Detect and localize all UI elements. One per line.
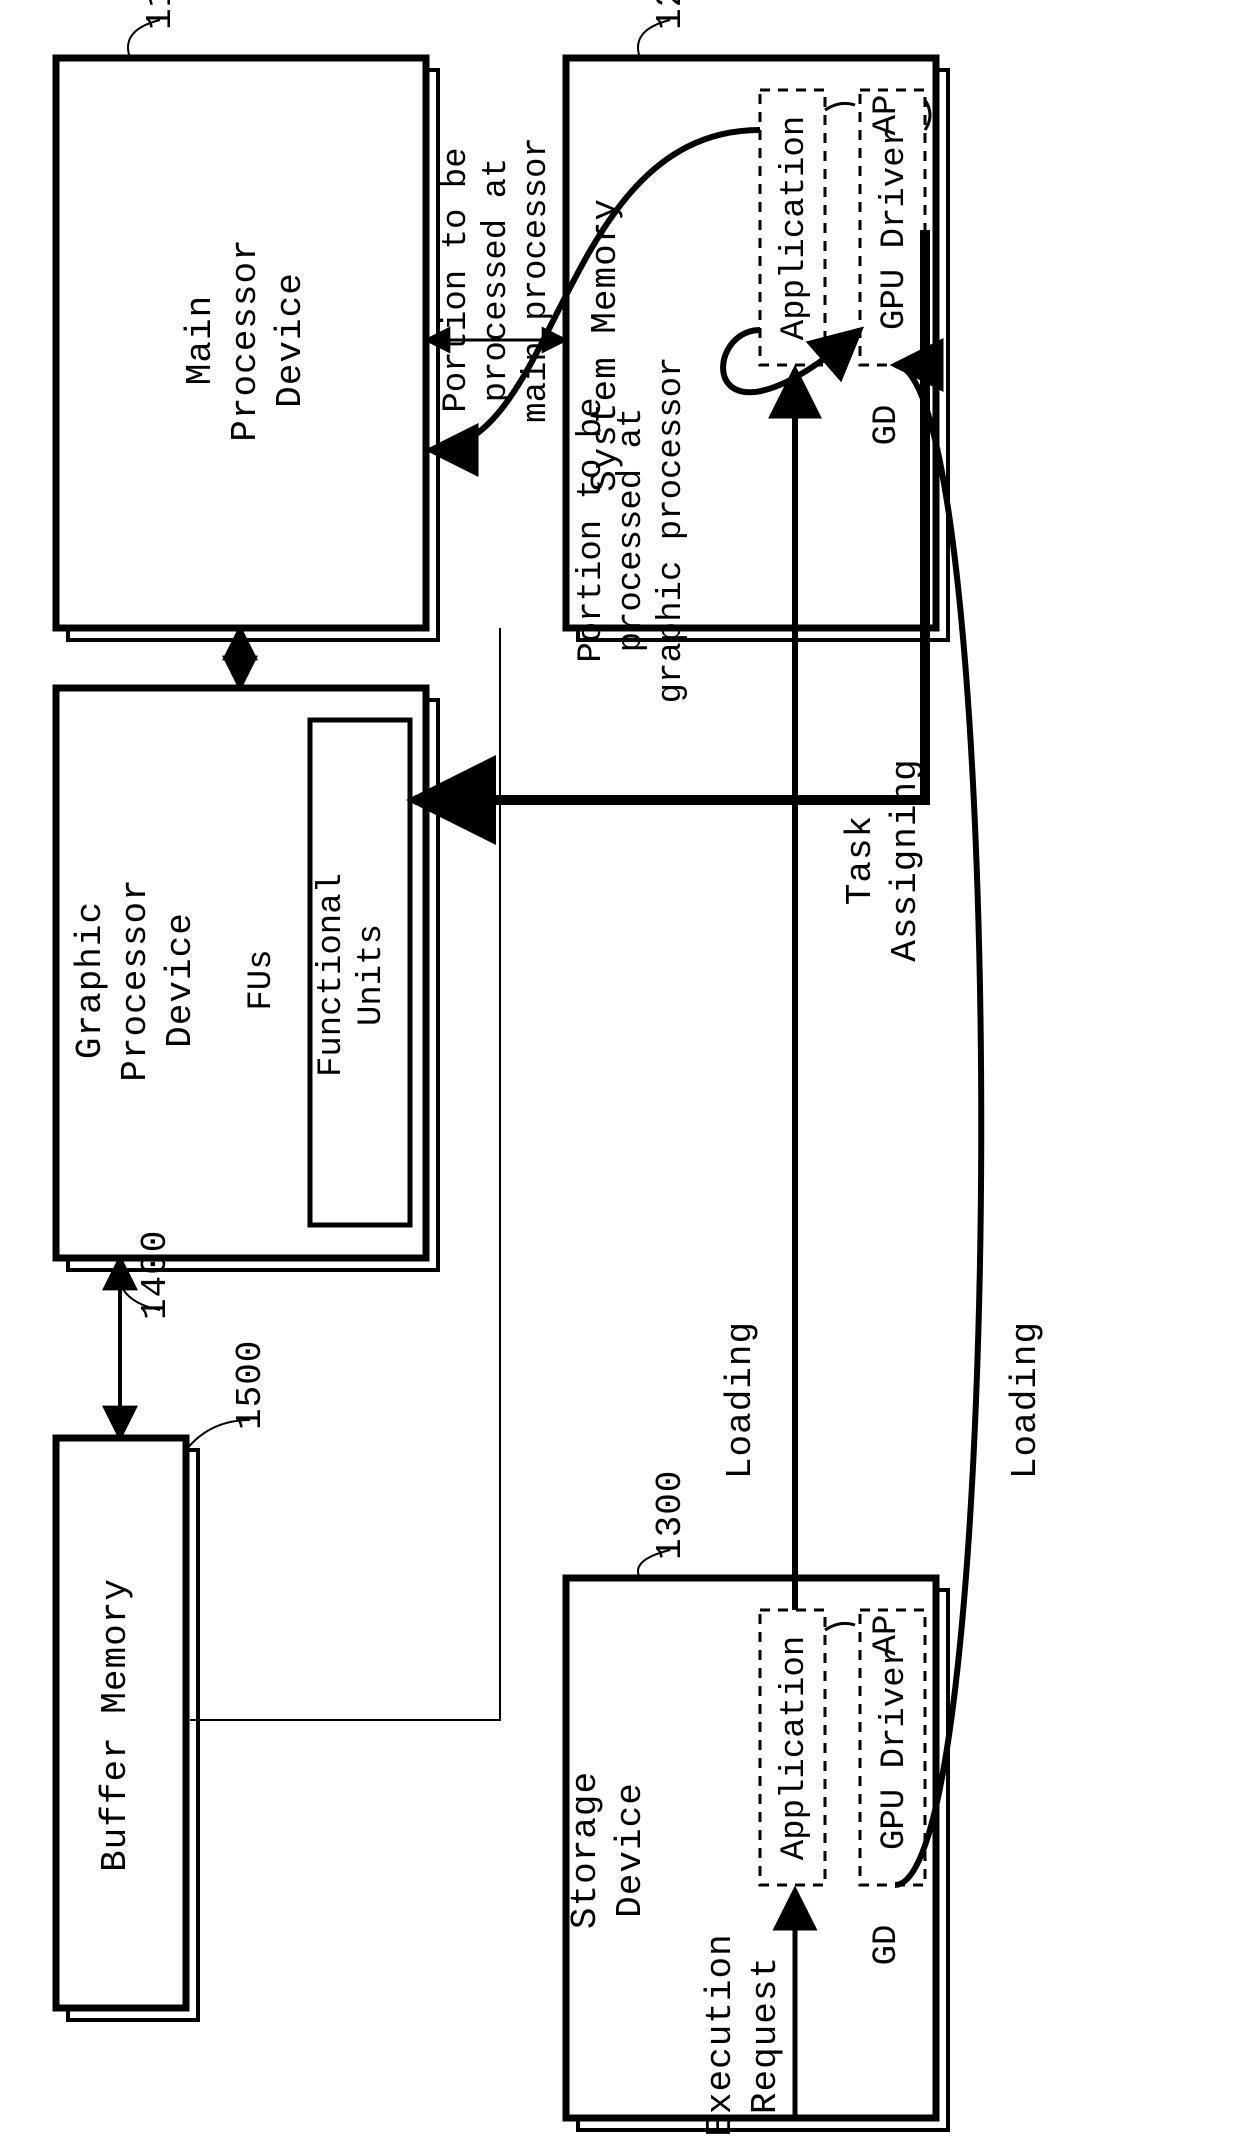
- sysmem-gpudriver-label: GPU Driver: [876, 126, 914, 330]
- portion-main-l2: processed at: [478, 158, 516, 403]
- main-processor-block: Main Processor Device: [56, 58, 438, 640]
- ref-1300: 1300: [650, 1470, 691, 1560]
- portion-main-l1: Portion to be: [438, 147, 476, 412]
- portion-gp-l1: Portion to be: [573, 397, 611, 662]
- task-l2: Assigning: [885, 758, 926, 961]
- fus-label: FUs: [243, 949, 281, 1010]
- sysmem-gd-label: GD: [868, 405, 906, 446]
- sysmem-application-label: Application: [776, 116, 814, 340]
- portion-main-l3: main processor: [518, 137, 556, 423]
- gp-label-1: Graphic: [70, 901, 111, 1059]
- main-proc-label-3: Device: [270, 272, 311, 408]
- main-proc-label-2: Processor: [225, 238, 266, 441]
- ref-1400: 1400: [135, 1230, 176, 1320]
- graphic-processor-block: Graphic Processor Device FUs Functional …: [56, 688, 438, 1270]
- storage-label-2: Device: [610, 1782, 651, 1918]
- loading-label-1: Loading: [720, 1321, 761, 1479]
- ref-1500: 1500: [230, 1340, 271, 1430]
- funcunits-l2: Units: [353, 924, 391, 1026]
- buffer-memory-label: Buffer Memory: [95, 1578, 136, 1872]
- gp-label-3: Device: [160, 912, 201, 1048]
- portion-gp-l2: processed at: [613, 408, 651, 653]
- task-l1: Task: [840, 815, 881, 905]
- storage-label-1: Storage: [565, 1771, 606, 1929]
- funcunits-l1: Functional: [313, 873, 351, 1077]
- main-proc-label-1: Main: [180, 295, 221, 385]
- buffer-memory-block: Buffer Memory: [56, 1438, 198, 2020]
- loading-label-2: Loading: [1005, 1321, 1046, 1479]
- exec-l2: Request: [745, 1956, 786, 2114]
- storage-gd-label: GD: [868, 1925, 906, 1966]
- storage-gpudriver-label: GPU Driver: [876, 1646, 914, 1850]
- ref-1200: 1200: [650, 0, 691, 30]
- exec-l1: Execution: [700, 1933, 741, 2136]
- ref-1100: 1100: [140, 0, 181, 30]
- gp-label-2: Processor: [115, 878, 156, 1081]
- diagram-canvas: Main Processor Device 1100 System Memory…: [0, 0, 1240, 2152]
- portion-gp-l3: graphic processor: [653, 357, 691, 704]
- storage-application-label: Application: [776, 1636, 814, 1860]
